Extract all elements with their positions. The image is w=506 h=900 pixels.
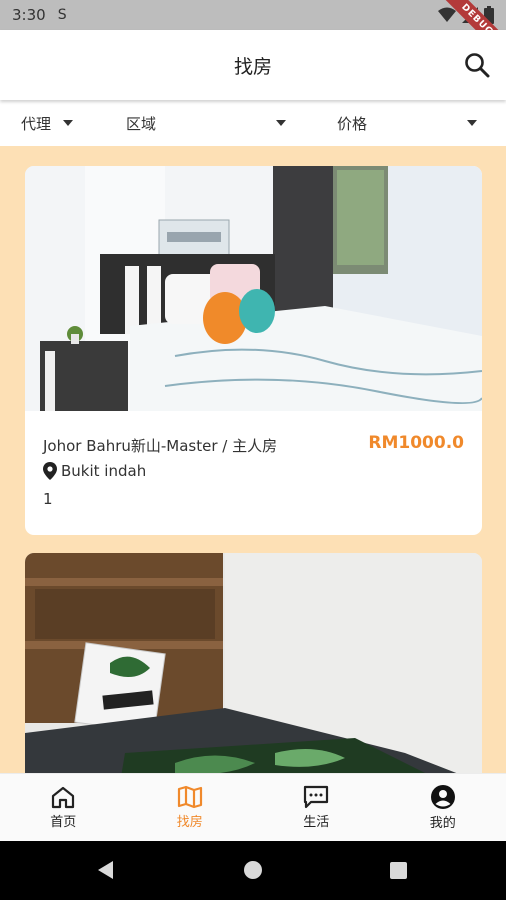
bedroom-photo <box>25 553 482 773</box>
listing-card[interactable]: Johor Bahru新山-Master / 主人房 RM1000.0 Buki… <box>25 166 482 535</box>
chat-icon <box>304 785 329 809</box>
home-circle-icon[interactable] <box>244 861 262 879</box>
status-bar: 3:30 S DEBUG <box>0 0 506 65</box>
sim-indicator: S <box>57 7 67 23</box>
account-icon <box>430 785 455 809</box>
caret-down-icon <box>276 120 286 126</box>
listing-photo <box>25 553 482 773</box>
listing-list[interactable]: Johor Bahru新山-Master / 主人房 RM1000.0 Buki… <box>0 146 506 773</box>
listing-location-text: Bukit indah <box>61 462 147 480</box>
app-bar: 找房 <box>0 30 506 100</box>
recent-apps-icon[interactable] <box>390 862 407 879</box>
nav-me[interactable]: 我的 <box>380 774 506 841</box>
system-navigation-bar <box>0 841 506 900</box>
bottom-navigation: 首页 找房 生活 我的 <box>0 773 506 841</box>
listing-title: Johor Bahru新山-Master / 主人房 <box>43 437 278 455</box>
filter-area-label: 区域 <box>126 114 157 133</box>
filter-bar: 代理 区域 价格 <box>0 100 506 146</box>
caret-down-icon <box>467 120 477 126</box>
search-button[interactable] <box>462 50 492 80</box>
nav-me-label: 我的 <box>429 816 456 831</box>
nav-find-room-label: 找房 <box>176 815 203 830</box>
page-title: 找房 <box>233 55 272 78</box>
filter-area[interactable]: 区域 <box>126 100 286 146</box>
location-pin-icon <box>43 462 57 480</box>
filter-agent-label: 代理 <box>21 114 52 133</box>
listing-location: Bukit indah <box>43 462 146 480</box>
listing-photo <box>25 166 482 411</box>
nav-home[interactable]: 首页 <box>0 774 127 841</box>
nav-life[interactable]: 生活 <box>253 774 380 841</box>
home-icon <box>52 786 75 809</box>
listing-card[interactable] <box>25 553 482 773</box>
status-time: 3:30 <box>12 6 46 24</box>
map-icon <box>177 785 202 809</box>
listing-count: 1 <box>43 490 53 508</box>
bedroom-photo <box>25 166 482 411</box>
listing-price: RM1000.0 <box>368 433 464 453</box>
wifi-icon <box>438 7 456 22</box>
search-icon <box>465 53 490 78</box>
filter-agent[interactable]: 代理 <box>21 100 74 146</box>
nav-home-label: 首页 <box>50 815 77 830</box>
filter-price[interactable]: 价格 <box>337 100 477 146</box>
back-icon[interactable] <box>98 861 113 879</box>
filter-price-label: 价格 <box>337 114 368 133</box>
nav-find-room[interactable]: 找房 <box>127 774 254 841</box>
nav-life-label: 生活 <box>303 815 330 830</box>
caret-down-icon <box>63 120 74 126</box>
